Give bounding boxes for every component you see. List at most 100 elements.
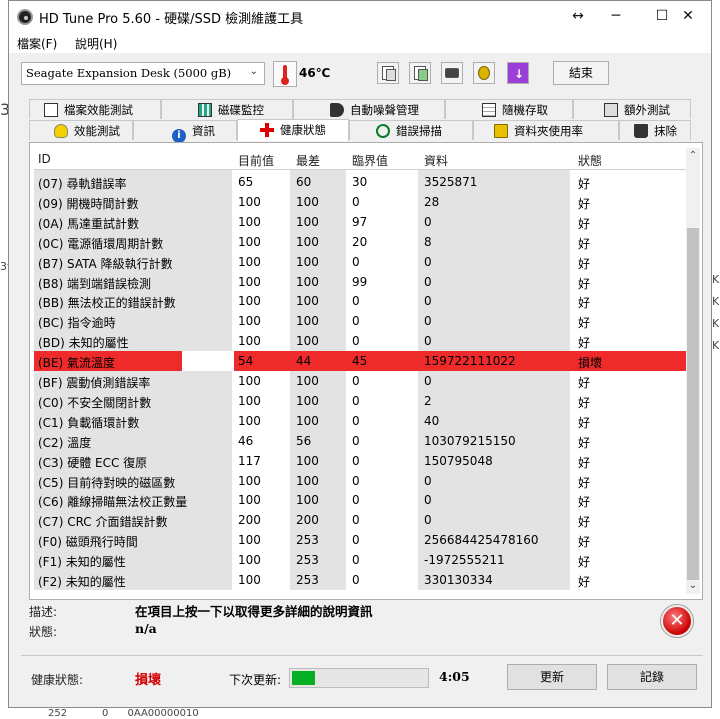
table-row[interactable]: (C6) 離線掃瞄無法校正數量 100 100 0 0 好 bbox=[34, 490, 686, 510]
cell-worst: 100 bbox=[296, 254, 319, 269]
background-fragment-bottom: 252 0 0AA00000010 bbox=[48, 708, 199, 719]
vertical-scrollbar[interactable]: ⌃ ⌄ bbox=[686, 148, 700, 594]
screenshot-camera-button[interactable] bbox=[441, 62, 463, 84]
menu-help[interactable]: 說明(H) bbox=[75, 35, 117, 52]
header-data[interactable]: 資料 bbox=[424, 152, 448, 169]
header-threshold[interactable]: 臨界值 bbox=[352, 152, 388, 169]
tab-error-scan[interactable]: 錯誤掃描 bbox=[349, 120, 473, 140]
smart-attributes-panel: ID 目前值 最差 臨界值 資料 狀態 (07) 尋軌錯誤率 65 60 30 3525… bbox=[29, 142, 703, 600]
menu-bar: 檔案(F) 說明(H) bbox=[9, 31, 711, 53]
smart-table[interactable]: ID 目前值 最差 臨界值 資料 狀態 (07) 尋軌錯誤率 65 60 30 3525… bbox=[34, 148, 686, 594]
header-status[interactable]: 狀態 bbox=[578, 152, 602, 169]
table-row[interactable]: (B8) 端到端錯誤檢測 100 100 99 0 好 bbox=[34, 272, 686, 292]
cell-status: 好 bbox=[578, 435, 591, 450]
minimize-button[interactable]: ─ bbox=[593, 1, 639, 31]
exit-button[interactable]: 結束 bbox=[553, 61, 609, 85]
cell-current: 100 bbox=[238, 413, 261, 428]
title-bar[interactable]: HD Tune Pro 5.60 - 硬碟/SSD 檢測維護工具 ↔ ─ ☐ ✕ bbox=[9, 1, 711, 31]
table-row[interactable]: (C0) 不安全關閉計數 100 100 0 2 好 bbox=[34, 391, 686, 411]
cell-data: 0 bbox=[424, 374, 432, 388]
copy-text-button[interactable] bbox=[377, 62, 399, 84]
table-row[interactable]: (BC) 指令逾時 100 100 0 0 好 bbox=[34, 311, 686, 331]
table-row[interactable]: (0C) 電源循環周期計數 100 100 20 8 好 bbox=[34, 232, 686, 252]
description-label: 描述: bbox=[29, 605, 58, 619]
table-row[interactable]: (C3) 硬體 ECC 復原 117 100 0 150795048 好 bbox=[34, 451, 686, 471]
table-header: ID 目前值 最差 臨界值 資料 狀態 bbox=[34, 148, 686, 170]
header-worst[interactable]: 最差 bbox=[296, 152, 320, 169]
cell-worst: 200 bbox=[296, 513, 319, 528]
table-row[interactable]: (C2) 溫度 46 56 0 103079215150 好 bbox=[34, 431, 686, 451]
cell-threshold: 0 bbox=[352, 294, 360, 309]
table-row[interactable]: (C5) 目前待對映的磁區數 100 100 0 0 好 bbox=[34, 471, 686, 491]
menu-file[interactable]: 檔案(F) bbox=[17, 35, 57, 52]
cell-id: (09) 開機時間計數 bbox=[38, 196, 139, 211]
cell-status: 好 bbox=[578, 236, 591, 251]
status-value: n/a bbox=[135, 621, 157, 636]
scroll-thumb[interactable] bbox=[687, 228, 699, 580]
save-download-button[interactable]: ↓ bbox=[507, 62, 529, 84]
cell-id: (F1) 未知的屬性 bbox=[38, 555, 126, 570]
cell-id: (C0) 不安全關閉計數 bbox=[38, 395, 152, 410]
table-row[interactable]: (C1) 負載循環計數 100 100 0 40 好 bbox=[34, 411, 686, 431]
update-button[interactable]: 更新 bbox=[507, 664, 597, 690]
cell-threshold: 0 bbox=[352, 393, 360, 408]
tab-erase[interactable]: 抹除 bbox=[619, 120, 691, 140]
table-row[interactable]: (BD) 未知的屬性 100 100 0 0 好 bbox=[34, 331, 686, 351]
table-row[interactable]: (B7) SATA 降級執行計數 100 100 0 0 好 bbox=[34, 252, 686, 272]
cell-threshold: 45 bbox=[352, 354, 368, 369]
table-row-alert[interactable]: (BE) 氣流溫度 54 44 45 159722111022 損壞 bbox=[34, 351, 686, 372]
cell-threshold: 0 bbox=[352, 553, 360, 568]
cell-worst: 100 bbox=[296, 234, 319, 249]
chevron-down-icon: ⌄ bbox=[249, 66, 258, 77]
header-id[interactable]: ID bbox=[38, 152, 51, 166]
tab-random-access[interactable]: 隨機存取 bbox=[445, 99, 573, 119]
cell-id: (0C) 電源循環周期計數 bbox=[38, 236, 164, 251]
table-row[interactable]: (F1) 未知的屬性 100 253 0 -1972555211 好 bbox=[34, 550, 686, 570]
table-row[interactable]: (C7) CRC 介面錯誤計數 200 200 0 0 好 bbox=[34, 510, 686, 530]
table-row[interactable]: (BF) 震動偵測錯誤率 100 100 0 0 好 bbox=[34, 371, 686, 391]
cell-current: 100 bbox=[238, 214, 261, 229]
table-row[interactable]: (F0) 磁頭飛行時間 100 253 0 256684425478160 好 bbox=[34, 530, 686, 550]
cell-threshold: 0 bbox=[352, 334, 360, 349]
next-update-progress bbox=[289, 668, 429, 688]
table-row[interactable]: (BB) 無法校正的錯誤計數 100 100 0 0 好 bbox=[34, 291, 686, 311]
drive-select[interactable]: Seagate Expansion Desk (5000 gB) ⌄ bbox=[21, 62, 265, 85]
tab-disk-monitor[interactable]: 磁碟監控 bbox=[161, 99, 293, 119]
tab-extra-tests[interactable]: 額外測試 bbox=[573, 99, 691, 119]
copy-all-button[interactable] bbox=[409, 62, 431, 84]
options-coins-button[interactable] bbox=[473, 62, 495, 84]
cell-current: 100 bbox=[238, 274, 261, 289]
drive-select-value: Seagate Expansion Desk (5000 gB) bbox=[26, 66, 232, 80]
close-button[interactable]: ✕ bbox=[665, 1, 711, 31]
tab-info[interactable]: i 資訊 bbox=[133, 120, 237, 143]
tab-aam[interactable]: 自動噪聲管理 bbox=[293, 99, 445, 119]
table-row[interactable]: (09) 開機時間計數 100 100 0 28 好 bbox=[34, 192, 686, 212]
cell-data: 0 bbox=[424, 254, 432, 269]
log-button[interactable]: 記錄 bbox=[607, 664, 697, 690]
tab-benchmark[interactable]: 效能測試 bbox=[29, 120, 133, 140]
cell-id: (F2) 未知的屬性 bbox=[38, 575, 126, 589]
cell-current: 100 bbox=[238, 393, 261, 408]
cell-id: (BB) 無法校正的錯誤計數 bbox=[38, 296, 176, 311]
cell-data: 40 bbox=[424, 413, 440, 428]
scroll-up-icon[interactable]: ⌃ bbox=[686, 148, 700, 164]
table-row[interactable]: (F2) 未知的屬性 100 253 0 330130334 好 bbox=[34, 570, 686, 590]
cell-current: 100 bbox=[238, 194, 261, 209]
cell-id: (BD) 未知的屬性 bbox=[38, 336, 129, 351]
cell-current: 100 bbox=[238, 573, 261, 587]
cell-worst: 56 bbox=[296, 433, 312, 448]
table-row[interactable]: (07) 尋軌錯誤率 65 60 30 3525871 好 bbox=[34, 172, 686, 192]
cell-worst: 100 bbox=[296, 473, 319, 488]
cell-worst: 60 bbox=[296, 175, 312, 189]
background-fragment-right: KI bbox=[712, 339, 720, 352]
tab-health[interactable]: 健康狀態 bbox=[237, 119, 349, 141]
tab-file-benchmark[interactable]: 檔案效能測試 bbox=[29, 99, 161, 119]
folder-icon bbox=[494, 124, 508, 138]
scroll-down-icon[interactable]: ⌄ bbox=[686, 578, 700, 594]
cell-status: 好 bbox=[578, 415, 591, 430]
table-row[interactable]: (0A) 馬達重試計數 100 100 97 0 好 bbox=[34, 212, 686, 232]
background-fragment-right: KI bbox=[712, 273, 720, 286]
cell-id: (F0) 磁頭飛行時間 bbox=[38, 535, 138, 550]
tab-folder-usage[interactable]: 資料夾使用率 bbox=[473, 120, 619, 140]
header-current[interactable]: 目前值 bbox=[238, 152, 274, 169]
